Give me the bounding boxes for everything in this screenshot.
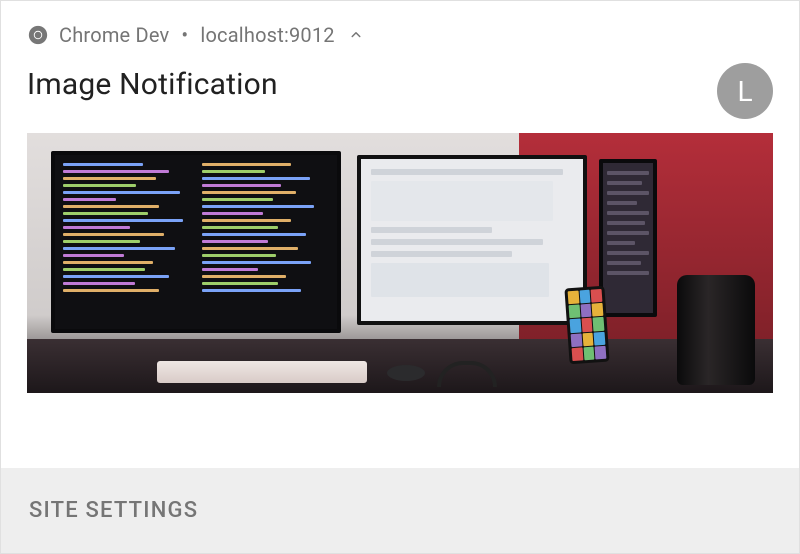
chevron-up-icon[interactable] — [347, 26, 365, 44]
monitor-left — [51, 151, 341, 333]
separator-dot: • — [181, 23, 188, 47]
mouse — [387, 365, 425, 381]
title-row: Image Notification L — [1, 53, 799, 119]
notification-image — [27, 133, 773, 393]
origin-text: localhost:9012 — [200, 23, 334, 47]
action-bar: SITE SETTINGS — [1, 468, 799, 553]
monitor-center — [357, 155, 587, 325]
chrome-icon — [27, 24, 49, 46]
avatar: L — [717, 63, 773, 119]
notification-header[interactable]: Chrome Dev • localhost:9012 — [1, 1, 799, 53]
app-name: Chrome Dev — [59, 23, 169, 47]
monitor-right — [599, 159, 657, 317]
phone — [564, 286, 609, 365]
notification-card: Chrome Dev • localhost:9012 Image Notifi… — [1, 1, 799, 553]
keyboard — [157, 361, 367, 383]
notification-image-container — [1, 119, 799, 413]
site-settings-button[interactable]: SITE SETTINGS — [29, 498, 771, 523]
notification-title: Image Notification — [27, 67, 278, 102]
avatar-initial: L — [737, 75, 752, 108]
